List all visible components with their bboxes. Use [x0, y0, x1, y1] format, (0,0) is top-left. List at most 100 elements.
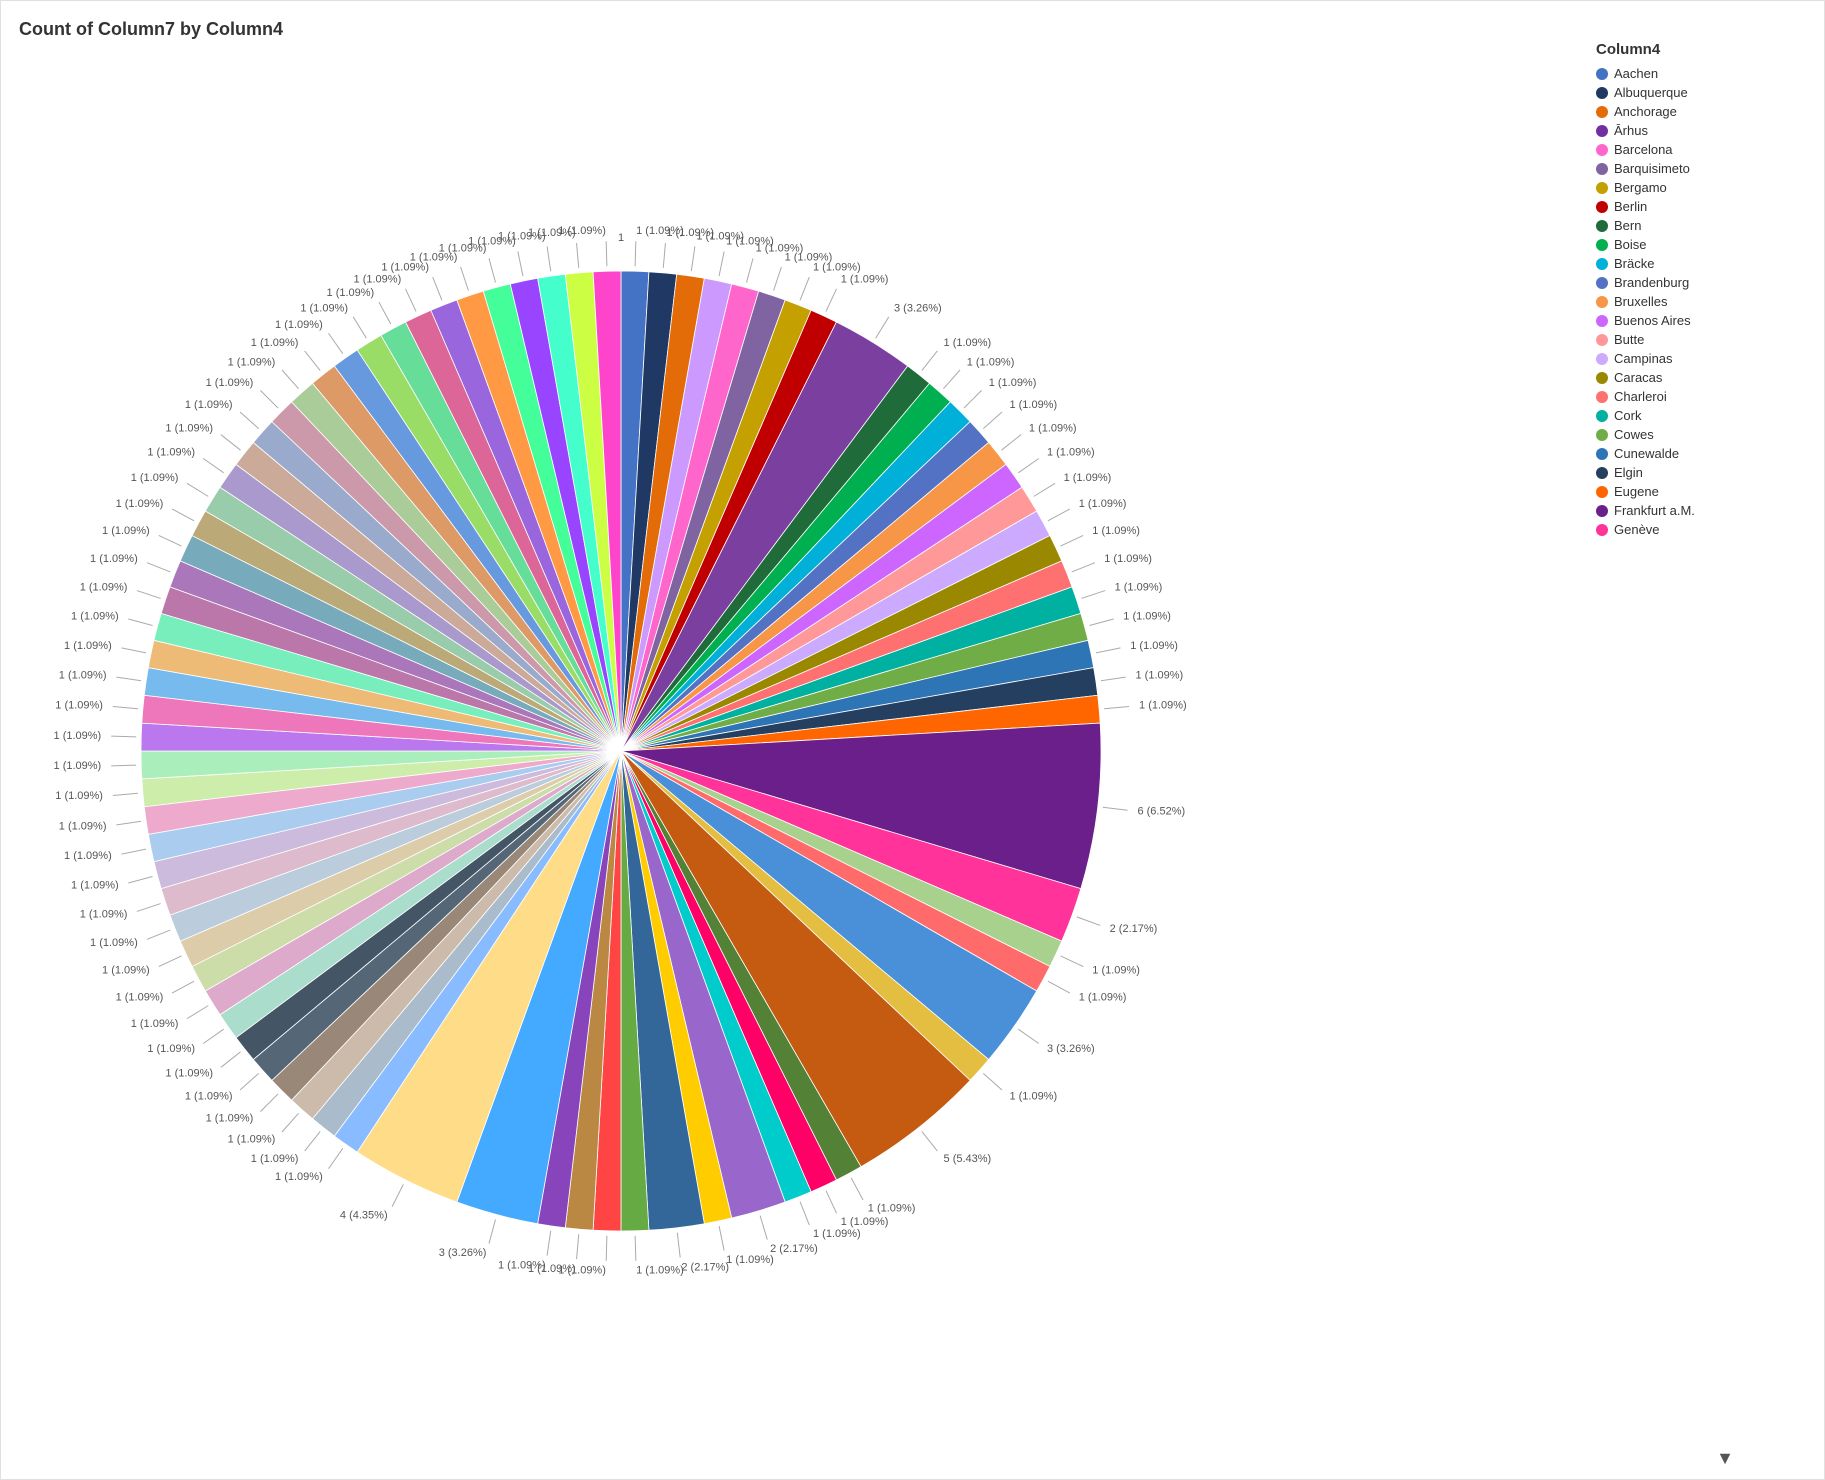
legend-item: Elgin: [1596, 465, 1806, 480]
legend-item: Campinas: [1596, 351, 1806, 366]
pie-label: 1 (1.09%): [1079, 498, 1127, 510]
legend-item-label: Anchorage: [1614, 104, 1677, 119]
pie-label: 1 (1.09%): [1009, 1091, 1057, 1103]
leader-line: [379, 302, 391, 324]
legend-item: Eugene: [1596, 484, 1806, 499]
leader-line: [983, 412, 1002, 429]
leader-line: [663, 243, 665, 268]
pie-label: 2 (2.17%): [770, 1243, 818, 1255]
legend-color-dot: [1596, 467, 1608, 479]
pie-label: 6 (6.52%): [1137, 805, 1185, 817]
leader-line: [1018, 458, 1038, 472]
leader-line: [282, 370, 299, 389]
legend-color-dot: [1596, 163, 1608, 175]
chart-title: Count of Column7 by Column4: [19, 19, 283, 40]
legend-item: Ārhus: [1596, 123, 1806, 138]
legend-item-label: Cunewalde: [1614, 446, 1679, 461]
legend-item: Frankfurt a.M.: [1596, 503, 1806, 518]
pie-label: 1 (1.09%): [327, 287, 375, 299]
leader-line: [1048, 981, 1070, 993]
leader-line: [1061, 956, 1084, 967]
leader-line: [1081, 591, 1105, 599]
pie-chart: 1 (1.09%) 1 (1.09%) 1 (1.09%) 1 (1.09%) 1 (1…: [91, 221, 1151, 1281]
leader-line: [172, 509, 194, 521]
pie-label: 1 (1.09%): [185, 1091, 233, 1103]
pie-label: 1 (1.09%): [1130, 640, 1178, 652]
pie-label: 1 (1.09%): [989, 377, 1037, 389]
leader-line: [547, 246, 551, 271]
leader-line: [147, 930, 170, 939]
leader-line: [260, 390, 278, 408]
pie-area: 1 (1.09%) 1 (1.09%) 1 (1.09%) 1 (1.09%) 1 (1…: [21, 61, 1221, 1441]
pie-label: 1 (1.09%): [1029, 422, 1077, 434]
scroll-down-arrow[interactable]: ▼: [1716, 1448, 1734, 1469]
legend-color-dot: [1596, 429, 1608, 441]
pie-label: 1 (1.09%): [381, 262, 429, 274]
leader-line: [128, 877, 152, 883]
pie-label: 1 (1.09%): [80, 581, 128, 593]
legend-item-label: Buenos Aires: [1614, 313, 1691, 328]
leader-line: [240, 412, 259, 429]
leader-line: [1089, 619, 1113, 625]
legend-item: Cowes: [1596, 427, 1806, 442]
pie-label: 1 (1.09%): [275, 319, 323, 331]
pie-label: 1 (1.09%): [944, 337, 992, 349]
legend-item: Bern: [1596, 218, 1806, 233]
legend-color-dot: [1596, 372, 1608, 384]
leader-line: [203, 1029, 223, 1043]
leader-line: [122, 849, 146, 854]
pie-label: 1 (1.09%): [251, 1153, 299, 1165]
legend-color-dot: [1596, 524, 1608, 536]
pie-label: 1 (1.09%): [165, 1067, 213, 1079]
legend-item-label: Barquisimeto: [1614, 161, 1690, 176]
pie-label: 1 (1.09%): [300, 302, 348, 314]
leader-line: [433, 277, 442, 300]
legend-items: AachenAlbuquerqueAnchorageĀrhusBarcelona…: [1596, 66, 1806, 537]
leader-line: [635, 1236, 636, 1261]
legend-color-dot: [1596, 391, 1608, 403]
pie-label: 1 (1.09%): [147, 1043, 195, 1055]
pie-label: 1 (1.09%): [1139, 700, 1187, 712]
pie-label: 1 (1.09%): [55, 790, 103, 802]
legend-item-label: Cork: [1614, 408, 1641, 423]
leader-line: [305, 1131, 321, 1151]
legend-color-dot: [1596, 220, 1608, 232]
pie-label: 1 (1.09%): [59, 670, 107, 682]
legend-title: Column4: [1596, 41, 1806, 58]
leader-line: [392, 1184, 403, 1206]
legend-color-dot: [1596, 201, 1608, 213]
legend-color-dot: [1596, 87, 1608, 99]
leader-line: [964, 390, 982, 408]
pie-label: 1 (1.09%): [165, 422, 213, 434]
leader-line: [606, 241, 607, 266]
legend-color-dot: [1596, 68, 1608, 80]
pie-label: 1 (1.09%): [64, 850, 112, 862]
leader-line: [518, 252, 523, 276]
leader-line: [922, 1131, 938, 1151]
pie-label: 1 (1.09%): [90, 937, 138, 949]
pie-label: 1 (1.09%): [1115, 581, 1163, 593]
legend-color-dot: [1596, 315, 1608, 327]
leader-line: [489, 1219, 495, 1243]
leader-line: [1103, 807, 1128, 810]
legend-item: Caracas: [1596, 370, 1806, 385]
chart-container: Count of Column7 by Column4 1 (1.09%)1 (…: [0, 0, 1825, 1480]
pie-label: 1 (1.09%): [967, 356, 1015, 368]
pie-label: 1 (1.09%): [1079, 992, 1127, 1004]
pie-label: 1 (1.09%): [558, 225, 606, 237]
legend-color-dot: [1596, 486, 1608, 498]
pie-label: 1 (1.09%): [71, 879, 119, 891]
leader-line: [577, 243, 579, 268]
legend-color-dot: [1596, 505, 1608, 517]
leader-line: [851, 1178, 863, 1200]
legend-item: Barcelona: [1596, 142, 1806, 157]
leader-line: [147, 563, 170, 572]
legend-color-dot: [1596, 334, 1608, 346]
leader-line: [1061, 535, 1084, 546]
legend-color-dot: [1596, 144, 1608, 156]
legend-item: Bruxelles: [1596, 294, 1806, 309]
pie-label: 1 (1.09%): [185, 399, 233, 411]
legend-item: Brandenburg: [1596, 275, 1806, 290]
pie-label: 1 (1.09%): [868, 1203, 916, 1215]
pie-label: 1 (1.09%): [354, 274, 402, 286]
